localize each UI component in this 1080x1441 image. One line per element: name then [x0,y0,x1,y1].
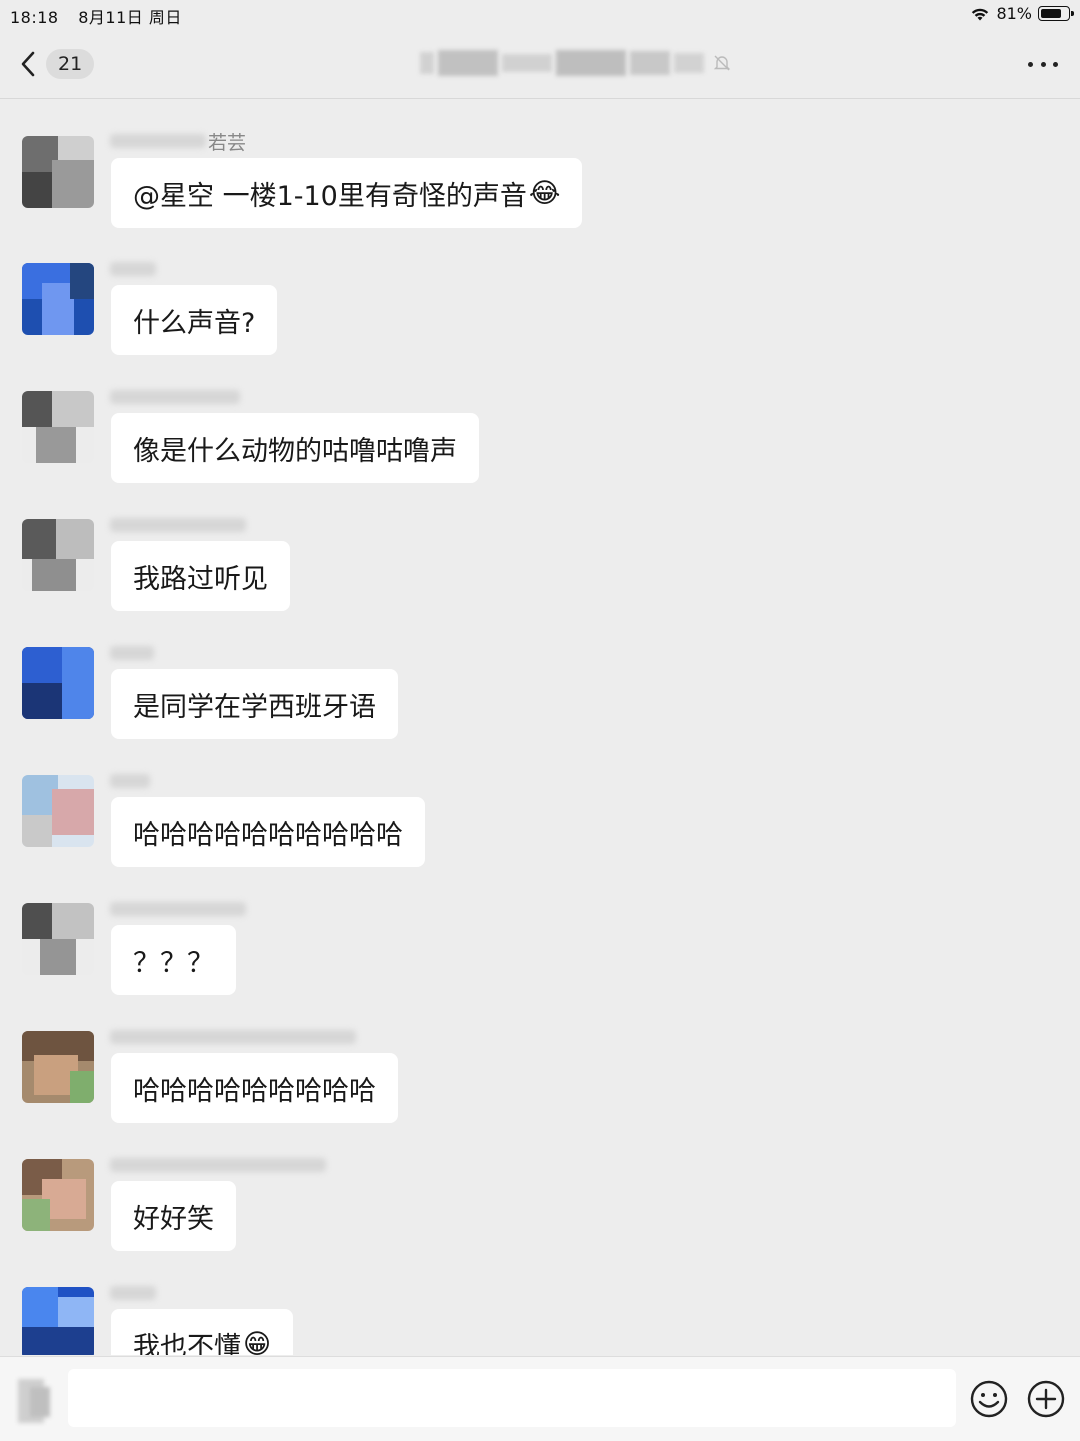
avatar[interactable] [22,136,94,208]
input-bar [0,1356,1080,1441]
laughing-emoji-icon: 😂 [528,177,561,209]
chevron-left-icon [21,51,35,77]
message-text: 是同学在学西班牙语 [133,691,376,723]
sender-name [110,1153,328,1177]
nav-bar: 21 [0,30,1080,99]
smiley-icon [970,1380,1008,1418]
chat-title-redacted[interactable] [420,48,732,78]
battery-percent: 81% [996,4,1032,23]
status-date: 8月11日 周日 [78,8,182,27]
message-bubble[interactable]: 什么声音? [111,285,278,355]
message-bubble[interactable]: 哈哈哈哈哈哈哈哈哈 [111,1053,398,1123]
message-bubble[interactable]: @星空 一楼1-10里有奇怪的声音 😂 [111,158,583,228]
avatar[interactable] [22,391,94,463]
sender-name [110,513,248,537]
message-text: 什么声音? [133,307,256,339]
message-text: @星空 一楼1-10里有奇怪的声音 [133,180,527,212]
avatar[interactable] [22,263,94,335]
voice-button[interactable] [12,1379,56,1423]
sender-name [110,769,152,793]
message-text: 哈哈哈哈哈哈哈哈哈哈 [133,819,403,851]
avatar[interactable] [22,1159,94,1231]
unread-badge: 21 [46,49,95,79]
message-bubble[interactable]: 是同学在学西班牙语 [111,669,398,739]
more-button[interactable] [1028,52,1058,76]
sender-name [110,257,158,281]
avatar[interactable] [22,775,94,847]
message-input[interactable] [68,1369,956,1427]
avatar[interactable] [22,1287,94,1355]
sender-name [110,897,248,921]
battery-fill [1041,9,1062,18]
avatar[interactable] [22,1031,94,1103]
message-bubble[interactable]: 好好笑 [111,1181,236,1251]
message-bubble[interactable]: 哈哈哈哈哈哈哈哈哈哈 [111,797,425,867]
message-text: 我路过听见 [133,563,268,595]
message-text: 好好笑 [133,1203,214,1235]
avatar[interactable] [22,647,94,719]
chat-message-list[interactable]: 若芸 @星空 一楼1-10里有奇怪的声音 😂 什么声音? 像是什么动物的咕噜咕噜… [0,99,1080,1355]
message-bubble[interactable]: 我也不懂 😁 [111,1309,294,1356]
battery-icon [1038,6,1074,21]
back-button[interactable]: 21 [18,46,98,82]
status-bar: 18:18 8月11日 周日 81% [0,0,1080,30]
sender-name [110,1281,158,1305]
plus-circle-icon [1027,1380,1065,1418]
bell-off-icon [713,55,731,71]
sender-name: 若芸 [110,129,246,154]
message-text: 哈哈哈哈哈哈哈哈哈 [133,1075,376,1107]
sender-name [110,385,242,409]
wifi-icon [972,8,989,20]
status-time: 18:18 [10,8,59,27]
message-bubble[interactable]: 我路过听见 [111,541,290,611]
message-bubble[interactable]: 像是什么动物的咕噜咕噜声 [111,413,479,483]
message-text: 像是什么动物的咕噜咕噜声 [133,435,457,467]
avatar[interactable] [22,903,94,975]
message-text: 我也不懂 [133,1331,241,1356]
grinning-emoji-icon: 😁 [243,1328,272,1356]
plus-button[interactable] [1026,1379,1066,1419]
message-text: ？？？ [133,947,214,979]
sender-name [110,641,156,665]
message-bubble[interactable]: ？？？ [111,925,236,995]
avatar[interactable] [22,519,94,591]
emoji-button[interactable] [969,1379,1009,1419]
more-dots-icon [1028,61,1033,67]
sender-name [110,1025,358,1049]
